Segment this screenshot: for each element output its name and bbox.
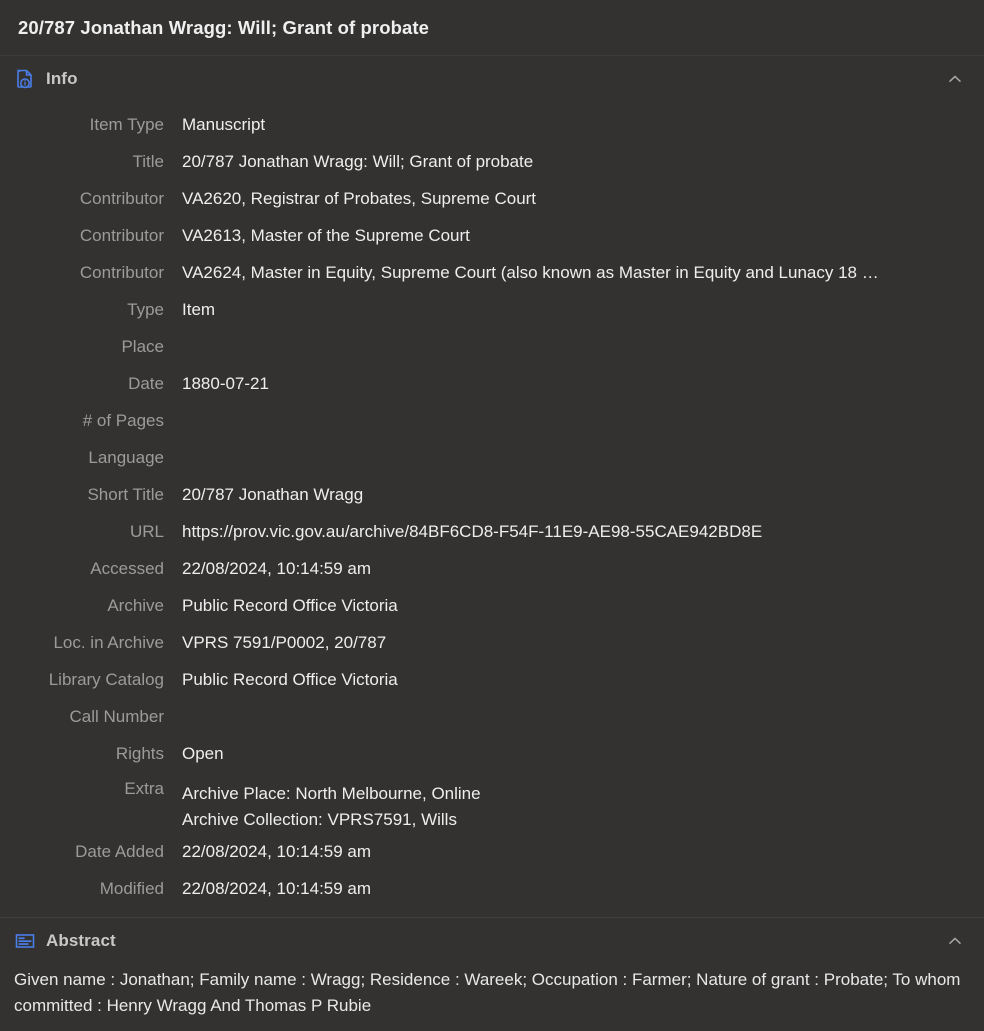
field-row: Accessed 22/08/2024, 10:14:59 am: [0, 550, 984, 587]
field-value[interactable]: Public Record Office Victoria: [182, 661, 968, 698]
field-label: Call Number: [69, 707, 164, 726]
field-label: URL: [129, 522, 164, 541]
field-row: Modified 22/08/2024, 10:14:59 am: [0, 870, 984, 907]
field-label: Rights: [115, 744, 164, 763]
field-value[interactable]: VA2613, Master of the Supreme Court: [182, 217, 968, 254]
field-value[interactable]: Manuscript: [182, 106, 968, 143]
abstract-lines-icon: [12, 928, 38, 954]
field-value[interactable]: 1880-07-21: [182, 365, 968, 402]
section-title-info: Info: [46, 69, 78, 88]
field-row: Contributor VA2624, Master in Equity, Sup…: [0, 254, 984, 291]
info-field-list: Item Type Manuscript Title 20/787 Jonathan …: [0, 102, 984, 917]
field-value[interactable]: 20/787 Jonathan Wragg: [182, 476, 968, 513]
field-label: Title: [132, 152, 165, 171]
field-row: Type Item: [0, 291, 984, 328]
item-pane: 20/787 Jonathan Wragg: Will; Grant of pr…: [0, 0, 984, 1031]
field-row: Loc. in Archive VPRS 7591/P0002, 20/787: [0, 624, 984, 661]
field-value[interactable]: Open: [182, 735, 968, 772]
field-label: Archive: [107, 596, 164, 615]
field-value[interactable]: https://prov.vic.gov.au/archive/84BF6CD8…: [182, 513, 968, 550]
field-row: Date Added 22/08/2024, 10:14:59 am: [0, 833, 984, 870]
field-row: Item Type Manuscript: [0, 106, 984, 143]
field-label: Accessed: [90, 559, 164, 578]
field-value[interactable]: VPRS 7591/P0002, 20/787: [182, 624, 968, 661]
field-value[interactable]: Item: [182, 291, 968, 328]
field-row: Rights Open: [0, 735, 984, 772]
field-label: Contributor: [79, 189, 164, 208]
field-label: # of Pages: [82, 411, 164, 430]
field-label: Place: [121, 337, 164, 356]
field-row: # of Pages: [0, 402, 984, 439]
field-label: Date Added: [75, 842, 164, 861]
field-row: Library Catalog Public Record Office Vict…: [0, 661, 984, 698]
page-title: 20/787 Jonathan Wragg: Will; Grant of pr…: [18, 16, 430, 38]
section-header-info[interactable]: Info: [0, 56, 984, 102]
field-label: Language: [88, 448, 164, 467]
extra-line-2: Archive Collection: VPRS7591, Wills: [182, 810, 457, 829]
field-value[interactable]: 22/08/2024, 10:14:59 am: [182, 550, 968, 587]
field-label: Type: [127, 300, 164, 319]
section-title-abstract: Abstract: [46, 930, 116, 950]
field-value[interactable]: Public Record Office Victoria: [182, 587, 968, 624]
field-value[interactable]: 22/08/2024, 10:14:59 am: [182, 870, 968, 907]
field-label: Date: [128, 374, 164, 393]
field-label: Library Catalog: [48, 670, 164, 689]
abstract-body: Given name : Jonathan; Family name : Wra…: [0, 963, 984, 1031]
field-value[interactable]: 22/08/2024, 10:14:59 am: [182, 833, 968, 870]
item-title-bar: 20/787 Jonathan Wragg: Will; Grant of pr…: [0, 0, 984, 56]
field-row: Title 20/787 Jonathan Wragg: Will; Grant …: [0, 143, 984, 180]
field-row: URL https://prov.vic.gov.au/archive/84BF6…: [0, 513, 984, 550]
abstract-text[interactable]: Given name : Jonathan; Family name : Wra…: [14, 967, 970, 1019]
field-label: Loc. in Archive: [53, 633, 164, 652]
extra-line-1: Archive Place: North Melbourne, Online: [182, 784, 481, 803]
field-row: Place: [0, 328, 984, 365]
field-row: Call Number: [0, 698, 984, 735]
document-info-icon: [12, 66, 38, 92]
chevron-up-icon-info[interactable]: [942, 66, 968, 92]
field-label: Contributor: [79, 226, 164, 245]
field-row: Date 1880-07-21: [0, 365, 984, 402]
field-row-extra: Extra Archive Place: North Melbourne, On…: [0, 772, 984, 833]
field-label: Modified: [99, 879, 164, 898]
field-value[interactable]: VA2620, Registrar of Probates, Supreme C…: [182, 180, 968, 217]
section-header-abstract[interactable]: Abstract: [0, 917, 984, 963]
field-row: Archive Public Record Office Victoria: [0, 587, 984, 624]
field-row: Short Title 20/787 Jonathan Wragg: [0, 476, 984, 513]
field-label: Short Title: [87, 485, 164, 504]
field-label-extra: Extra: [124, 779, 164, 798]
chevron-up-icon-abstract[interactable]: [942, 928, 968, 954]
field-row: Language: [0, 439, 984, 476]
field-label: Item Type: [89, 115, 164, 134]
field-value[interactable]: 20/787 Jonathan Wragg: Will; Grant of pr…: [182, 143, 968, 180]
field-value-extra[interactable]: Archive Place: North Melbourne, Online A…: [182, 772, 968, 833]
field-label: Contributor: [79, 263, 164, 282]
field-value[interactable]: VA2624, Master in Equity, Supreme Court …: [182, 254, 968, 291]
field-row: Contributor VA2620, Registrar of Probates…: [0, 180, 984, 217]
field-row: Contributor VA2613, Master of the Supreme…: [0, 217, 984, 254]
